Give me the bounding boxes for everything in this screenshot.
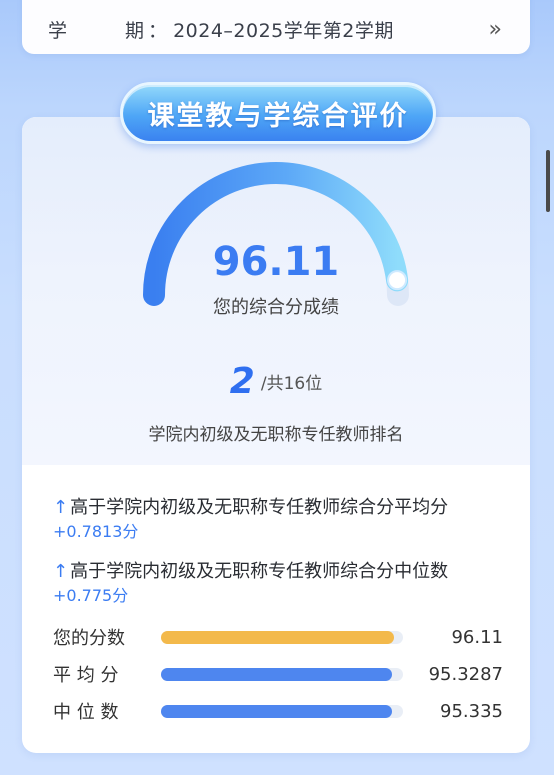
- bar-track: [161, 704, 403, 718]
- bar-label: 平 均 分: [53, 665, 119, 686]
- page-title: 课堂教与学综合评价: [120, 82, 436, 144]
- bar-track: [161, 630, 403, 644]
- arrow-up-icon: ↑: [53, 561, 69, 582]
- score-value: 96.11: [212, 239, 340, 285]
- bar-label: 您的分数: [53, 628, 125, 649]
- chevron-right-icon[interactable]: »: [489, 17, 502, 42]
- compare-median-text: 高于学院内初级及无职称专任教师综合分中位数: [70, 561, 449, 582]
- semester-value: 2024–2025学年第2学期: [173, 19, 394, 42]
- rank-total: /共16位: [260, 374, 323, 394]
- rank-description: 学院内初级及无职称专任教师排名: [148, 425, 404, 445]
- score-label: 您的综合分成绩: [213, 297, 339, 318]
- compare-median: ↑ 高于学院内初级及无职称专任教师综合分中位数 +0.775分: [53, 560, 513, 608]
- bar-row-median: 中 位 数 95.335: [53, 698, 503, 724]
- compare-average-delta: +0.7813分: [53, 522, 139, 541]
- compare-average: ↑ 高于学院内初级及无职称专任教师综合分平均分 +0.7813分: [53, 496, 513, 544]
- bar-row-average: 平 均 分 95.3287: [53, 661, 503, 687]
- bar-value: 95.335: [440, 700, 503, 722]
- bar-label: 中 位 数: [53, 702, 119, 723]
- compare-average-text: 高于学院内初级及无职称专任教师综合分平均分: [70, 497, 449, 518]
- rank-line: 2 /共16位: [22, 361, 530, 402]
- bar-value: 96.11: [451, 626, 503, 648]
- score-summary-section: 96.11 您的综合分成绩 2 /共16位 学院内初级及无职称专任教师排名: [22, 117, 530, 465]
- bar-track: [161, 667, 403, 681]
- bar-fill: [161, 667, 392, 681]
- scrollbar[interactable]: [546, 150, 550, 212]
- evaluation-card: 96.11 您的综合分成绩 2 /共16位 学院内初级及无职称专任教师排名 ↑ 高…: [22, 117, 530, 753]
- bar-value: 95.3287: [428, 663, 503, 685]
- semester-colon: ：: [148, 19, 168, 42]
- semester-selector[interactable]: 学 期 ： 2024–2025学年第2学期 »: [22, 0, 530, 54]
- bar-fill: [161, 630, 394, 644]
- rank-number: 2: [229, 361, 256, 402]
- compare-median-delta: +0.775分: [53, 586, 129, 605]
- arrow-up-icon: ↑: [53, 497, 69, 518]
- bar-row-your-score: 您的分数 96.11: [53, 624, 503, 650]
- bar-fill: [161, 704, 392, 718]
